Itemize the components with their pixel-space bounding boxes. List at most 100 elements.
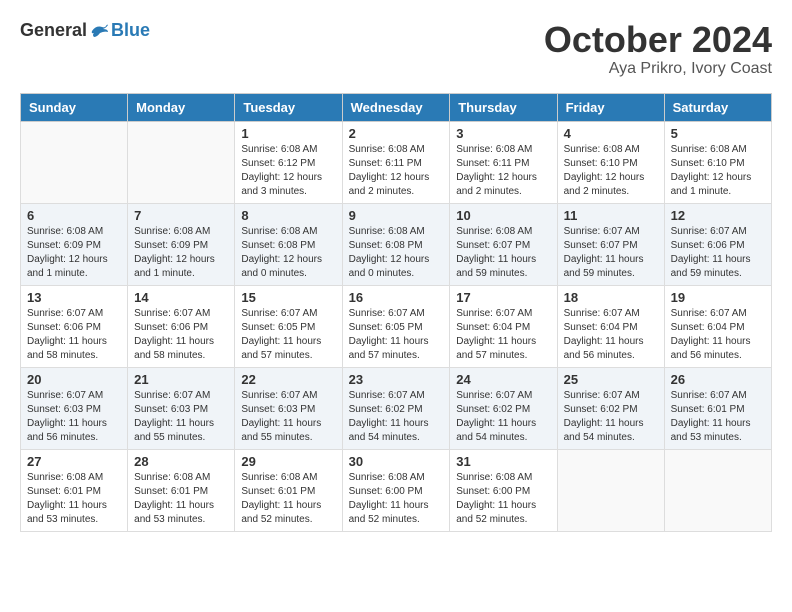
day-info: Sunrise: 6:07 AM Sunset: 6:04 PM Dayligh… [564,307,658,363]
calendar-day-cell: 1 Sunrise: 6:08 AM Sunset: 6:12 PM Daylig… [235,121,342,203]
day-info: Sunrise: 6:08 AM Sunset: 6:01 PM Dayligh… [241,471,335,527]
calendar-week-row: 1 Sunrise: 6:08 AM Sunset: 6:12 PM Daylig… [21,121,772,203]
calendar-day-cell: 4 Sunrise: 6:08 AM Sunset: 6:10 PM Daylig… [557,121,664,203]
calendar-day-cell: 9 Sunrise: 6:08 AM Sunset: 6:08 PM Daylig… [342,203,450,285]
calendar-day-cell: 28 Sunrise: 6:08 AM Sunset: 6:01 PM Dayli… [128,449,235,531]
day-info: Sunrise: 6:08 AM Sunset: 6:11 PM Dayligh… [349,143,444,199]
day-number: 30 [349,454,444,469]
calendar-week-row: 6 Sunrise: 6:08 AM Sunset: 6:09 PM Daylig… [21,203,772,285]
day-number: 3 [456,126,550,141]
calendar-day-cell: 29 Sunrise: 6:08 AM Sunset: 6:01 PM Dayli… [235,449,342,531]
day-number: 7 [134,208,228,223]
day-info: Sunrise: 6:08 AM Sunset: 6:11 PM Dayligh… [456,143,550,199]
day-number: 29 [241,454,335,469]
day-number: 31 [456,454,550,469]
calendar-day-cell: 7 Sunrise: 6:08 AM Sunset: 6:09 PM Daylig… [128,203,235,285]
day-number: 11 [564,208,658,223]
day-info: Sunrise: 6:08 AM Sunset: 6:08 PM Dayligh… [349,225,444,281]
calendar-day-cell [21,121,128,203]
day-number: 20 [27,372,121,387]
page-header: General Blue October 2024 Aya Prikro, Iv… [20,20,772,78]
day-info: Sunrise: 6:08 AM Sunset: 6:12 PM Dayligh… [241,143,335,199]
day-info: Sunrise: 6:08 AM Sunset: 6:00 PM Dayligh… [456,471,550,527]
calendar-day-cell: 21Sunrise: 6:07 AM Sunset: 6:03 PM Dayli… [128,367,235,449]
calendar-day-cell: 31 Sunrise: 6:08 AM Sunset: 6:00 PM Dayli… [450,449,557,531]
day-info: Sunrise: 6:08 AM Sunset: 6:09 PM Dayligh… [134,225,228,281]
calendar-day-cell [128,121,235,203]
day-number: 16 [349,290,444,305]
day-info: Sunrise: 6:08 AM Sunset: 6:07 PM Dayligh… [456,225,550,281]
logo: General Blue [20,20,150,41]
title-block: October 2024 Aya Prikro, Ivory Coast [544,20,772,78]
day-info: Sunrise: 6:08 AM Sunset: 6:01 PM Dayligh… [27,471,121,527]
calendar-table: SundayMondayTuesdayWednesdayThursdayFrid… [20,93,772,532]
day-info: Sunrise: 6:07 AM Sunset: 6:03 PM Dayligh… [241,389,335,445]
calendar-day-cell [664,449,771,531]
calendar-day-cell [557,449,664,531]
day-info: Sunrise: 6:07 AM Sunset: 6:02 PM Dayligh… [564,389,658,445]
calendar-day-cell: 27 Sunrise: 6:08 AM Sunset: 6:01 PM Dayli… [21,449,128,531]
day-number: 26 [671,372,765,387]
day-number: 22 [241,372,335,387]
calendar-day-cell: 14Sunrise: 6:07 AM Sunset: 6:06 PM Dayli… [128,285,235,367]
calendar-week-row: 27 Sunrise: 6:08 AM Sunset: 6:01 PM Dayli… [21,449,772,531]
header-sunday: Sunday [21,93,128,121]
day-info: Sunrise: 6:08 AM Sunset: 6:09 PM Dayligh… [27,225,121,281]
day-info: Sunrise: 6:07 AM Sunset: 6:05 PM Dayligh… [241,307,335,363]
day-number: 4 [564,126,658,141]
calendar-day-cell: 13Sunrise: 6:07 AM Sunset: 6:06 PM Dayli… [21,285,128,367]
calendar-day-cell: 22 Sunrise: 6:07 AM Sunset: 6:03 PM Dayli… [235,367,342,449]
day-number: 17 [456,290,550,305]
header-monday: Monday [128,93,235,121]
day-number: 19 [671,290,765,305]
calendar-day-cell: 24Sunrise: 6:07 AM Sunset: 6:02 PM Dayli… [450,367,557,449]
calendar-day-cell: 5Sunrise: 6:08 AM Sunset: 6:10 PM Daylig… [664,121,771,203]
day-number: 9 [349,208,444,223]
day-info: Sunrise: 6:07 AM Sunset: 6:03 PM Dayligh… [134,389,228,445]
location-subtitle: Aya Prikro, Ivory Coast [544,60,772,78]
day-number: 2 [349,126,444,141]
day-info: Sunrise: 6:08 AM Sunset: 6:10 PM Dayligh… [564,143,658,199]
day-number: 13 [27,290,121,305]
header-wednesday: Wednesday [342,93,450,121]
day-number: 12 [671,208,765,223]
day-info: Sunrise: 6:07 AM Sunset: 6:04 PM Dayligh… [456,307,550,363]
logo-blue-text: Blue [111,20,150,41]
day-number: 10 [456,208,550,223]
calendar-day-cell: 12 Sunrise: 6:07 AM Sunset: 6:06 PM Dayli… [664,203,771,285]
calendar-day-cell: 15 Sunrise: 6:07 AM Sunset: 6:05 PM Dayli… [235,285,342,367]
calendar-day-cell: 8Sunrise: 6:08 AM Sunset: 6:08 PM Daylig… [235,203,342,285]
day-info: Sunrise: 6:08 AM Sunset: 6:00 PM Dayligh… [349,471,444,527]
calendar-day-cell: 20Sunrise: 6:07 AM Sunset: 6:03 PM Dayli… [21,367,128,449]
day-number: 5 [671,126,765,141]
calendar-day-cell: 17 Sunrise: 6:07 AM Sunset: 6:04 PM Dayli… [450,285,557,367]
logo-bird-icon [90,23,108,39]
day-number: 28 [134,454,228,469]
calendar-day-cell: 6 Sunrise: 6:08 AM Sunset: 6:09 PM Daylig… [21,203,128,285]
day-number: 23 [349,372,444,387]
month-title: October 2024 [544,20,772,60]
day-info: Sunrise: 6:07 AM Sunset: 6:02 PM Dayligh… [349,389,444,445]
calendar-day-cell: 16 Sunrise: 6:07 AM Sunset: 6:05 PM Dayli… [342,285,450,367]
day-number: 27 [27,454,121,469]
calendar-day-cell: 23 Sunrise: 6:07 AM Sunset: 6:02 PM Dayli… [342,367,450,449]
day-info: Sunrise: 6:07 AM Sunset: 6:04 PM Dayligh… [671,307,765,363]
logo-general-text: General [20,20,87,41]
day-info: Sunrise: 6:08 AM Sunset: 6:01 PM Dayligh… [134,471,228,527]
calendar-day-cell: 25 Sunrise: 6:07 AM Sunset: 6:02 PM Dayli… [557,367,664,449]
header-thursday: Thursday [450,93,557,121]
day-info: Sunrise: 6:07 AM Sunset: 6:05 PM Dayligh… [349,307,444,363]
header-saturday: Saturday [664,93,771,121]
day-info: Sunrise: 6:07 AM Sunset: 6:06 PM Dayligh… [671,225,765,281]
day-number: 18 [564,290,658,305]
day-number: 24 [456,372,550,387]
day-number: 6 [27,208,121,223]
calendar-week-row: 13Sunrise: 6:07 AM Sunset: 6:06 PM Dayli… [21,285,772,367]
calendar-week-row: 20 Sunrise: 6:07 AM Sunset: 6:03 PM Dayli… [21,367,772,449]
day-info: Sunrise: 6:08 AM Sunset: 6:08 PM Dayligh… [241,225,335,281]
day-number: 15 [241,290,335,305]
day-number: 1 [241,126,335,141]
day-number: 25 [564,372,658,387]
calendar-day-cell: 3 Sunrise: 6:08 AM Sunset: 6:11 PM Daylig… [450,121,557,203]
calendar-day-cell: 2 Sunrise: 6:08 AM Sunset: 6:11 PM Daylig… [342,121,450,203]
